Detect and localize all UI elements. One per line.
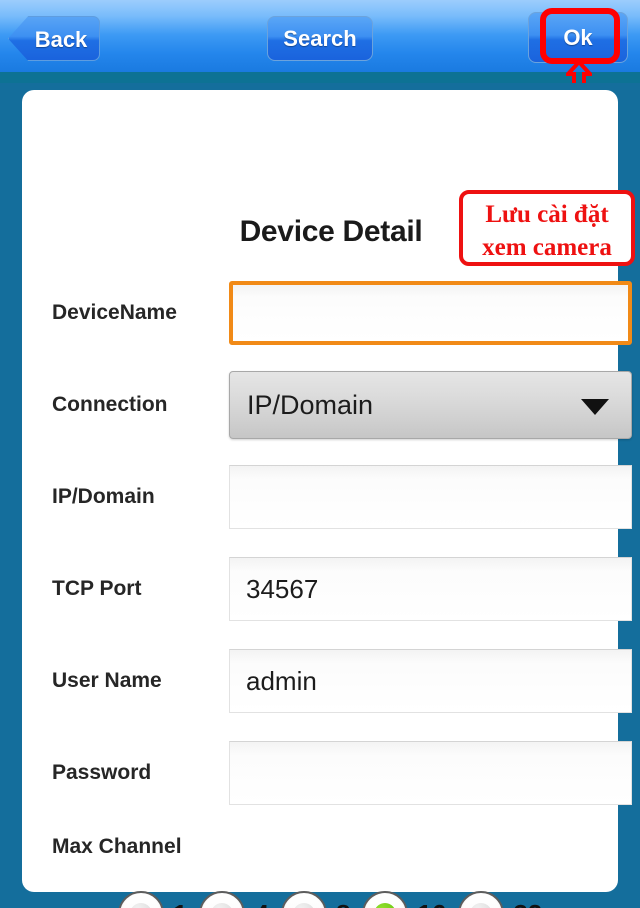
navbar-underline	[0, 72, 640, 83]
chevron-down-icon	[581, 399, 609, 415]
label-device-name: DeviceName	[52, 301, 177, 324]
radio-dot-16	[374, 903, 397, 908]
radio-button-8[interactable]	[280, 891, 327, 908]
device-detail-card: Device Detail Lưu cài đặt xem camera Dev…	[22, 90, 635, 908]
radio-label-1: 1	[173, 899, 187, 908]
radio-label-32: 32	[513, 899, 542, 908]
label-connection: Connection	[52, 393, 168, 416]
radio-button-16[interactable]	[362, 891, 409, 908]
label-password: Password	[52, 761, 152, 784]
label-max-channel: Max Channel	[52, 835, 182, 858]
radio-label-8: 8	[336, 899, 350, 908]
select-connection-value: IP/Domain	[247, 390, 374, 420]
device-detail-screen: Back Search Ok Device Detail Lưu cài đặt…	[0, 0, 640, 908]
row-device-name: DeviceName	[52, 275, 632, 351]
max-channel-option-32[interactable]: 32	[458, 891, 554, 908]
select-connection[interactable]: IP/Domain	[229, 371, 632, 439]
radio-label-4: 4	[254, 899, 268, 908]
annotation-line-2: xem camera	[482, 234, 612, 261]
max-channel-option-4[interactable]: 4	[199, 891, 280, 908]
row-connection: Connection IP/Domain	[52, 367, 632, 443]
radio-dot-32	[470, 903, 493, 908]
max-channel-option-1[interactable]: 1	[118, 891, 199, 908]
radio-button-4[interactable]	[199, 891, 246, 908]
input-password[interactable]	[229, 741, 632, 805]
back-button[interactable]: Back	[8, 16, 100, 61]
radio-label-16: 16	[417, 899, 446, 908]
ok-button[interactable]: Ok	[528, 12, 628, 63]
max-channel-radio-group: 1 4 8 16 32	[118, 883, 588, 908]
label-tcp-port: TCP Port	[52, 577, 142, 600]
input-device-name[interactable]	[229, 281, 632, 345]
annotation-line-1: Lưu cài đặt	[485, 201, 609, 228]
input-user-name[interactable]: admin	[229, 649, 632, 713]
radio-dot-4	[211, 903, 234, 908]
radio-dot-8	[292, 903, 315, 908]
radio-button-1[interactable]	[118, 891, 164, 908]
search-button[interactable]: Search	[267, 16, 373, 61]
row-tcp-port: TCP Port 34567	[52, 551, 632, 627]
row-user-name: User Name admin	[52, 643, 632, 719]
row-password: Password	[52, 735, 632, 811]
navigation-bar: Back Search Ok	[0, 0, 640, 72]
max-channel-option-16[interactable]: 16	[362, 891, 458, 908]
annotation-callout: Lưu cài đặt xem camera	[459, 190, 635, 266]
radio-button-32[interactable]	[458, 891, 505, 908]
row-ip-domain: IP/Domain	[52, 459, 632, 535]
label-ip-domain: IP/Domain	[52, 485, 155, 508]
radio-dot-1	[130, 903, 152, 908]
input-ip-domain[interactable]	[229, 465, 632, 529]
max-channel-option-8[interactable]: 8	[280, 891, 362, 908]
input-tcp-port[interactable]: 34567	[229, 557, 632, 621]
label-user-name: User Name	[52, 669, 162, 692]
